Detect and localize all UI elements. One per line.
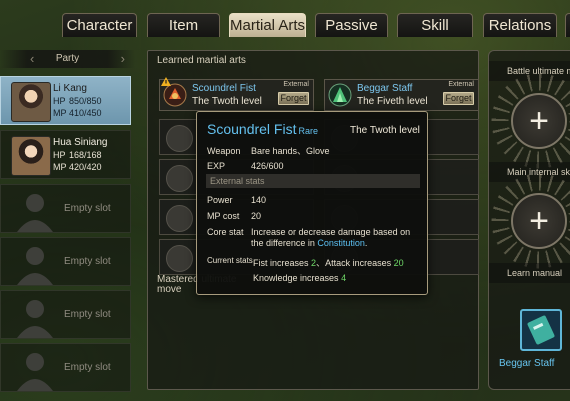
empty-slot-label: Empty slot <box>64 203 111 214</box>
skill-level: The Fiveth level <box>357 96 428 107</box>
tooltip-section-header: External stats <box>206 174 420 188</box>
party-slot-empty[interactable]: Empty slot <box>0 184 131 233</box>
party-slot-empty[interactable]: Empty slot <box>0 290 131 339</box>
character-portrait <box>11 136 51 176</box>
skill-type-tag: External <box>448 81 474 88</box>
tooltip-rarity: Rare <box>298 126 318 136</box>
member-mp: MP 420/420 <box>53 162 102 172</box>
tab-item[interactable]: Item <box>147 13 220 37</box>
empty-slot-circle <box>166 165 193 192</box>
skill-tooltip: Scoundrel Fist Rare The Twoth level Weapo… <box>196 111 428 295</box>
empty-slot-circle <box>166 245 193 272</box>
silhouette-icon <box>17 353 53 391</box>
skill-name: Scoundrel Fist <box>192 83 256 94</box>
silhouette-icon <box>17 194 53 232</box>
party-slot-empty[interactable]: Empty slot <box>0 343 131 392</box>
manual-book-icon[interactable] <box>520 309 562 351</box>
skill-name: Beggar Staff <box>357 83 413 94</box>
add-internal-skill-button[interactable]: + <box>511 193 567 249</box>
tab-character[interactable]: Character <box>62 13 137 37</box>
tooltip-current-stats-label: Current stats <box>207 256 253 265</box>
add-battle-ultimate-button[interactable]: + <box>511 93 567 149</box>
learned-title: Learned martial arts <box>157 55 246 66</box>
tooltip-core-description: Increase or decrease damage based on the… <box>251 227 411 248</box>
forget-button[interactable]: Forget <box>278 92 309 105</box>
tab-passive[interactable]: Passive <box>315 13 388 37</box>
member-name: Hua Siniang <box>53 137 108 148</box>
member-name: Li Kang <box>53 83 87 94</box>
tooltip-exp-row: EXP 426/600 <box>207 161 284 171</box>
skill-level: The Twoth level <box>192 96 262 107</box>
member-mp: MP 410/450 <box>53 108 102 118</box>
top-tab-bar: Character Item Martial Arts Passive Skil… <box>0 0 570 38</box>
tooltip-skill-name: Scoundrel Fist Rare <box>207 121 318 137</box>
learn-manual-label: Learn manual <box>489 263 570 283</box>
silhouette-icon <box>17 300 53 338</box>
tab-skill[interactable]: Skill <box>397 13 473 37</box>
tooltip-core-label: Core stat <box>207 227 244 237</box>
party-slot-empty[interactable]: Empty slot <box>0 237 131 286</box>
tab-martial-arts[interactable]: Martial Arts <box>229 13 306 37</box>
silhouette-icon <box>17 247 53 285</box>
tab-relations[interactable]: Relations <box>483 13 557 37</box>
forget-button[interactable]: Forget <box>443 92 474 105</box>
staff-skill-icon <box>328 83 352 107</box>
tooltip-power-row: Power 140 <box>207 195 267 205</box>
tooltip-weapon-row: Weapon Bare hands、Glove <box>207 146 330 156</box>
character-portrait <box>11 82 51 122</box>
empty-slot-circle <box>166 205 193 232</box>
empty-slot-label: Empty slot <box>64 256 111 267</box>
chevron-left-icon[interactable]: ‹ <box>30 50 34 68</box>
tooltip-level: The Twoth level <box>350 125 420 136</box>
equipped-panel: Battle ultimate m + Main internal sk + L… <box>488 50 570 390</box>
skill-type-tag: External <box>283 81 309 88</box>
party-title: Party <box>55 53 80 64</box>
tooltip-mpcost-row: MP cost 20 <box>207 211 262 221</box>
warning-icon <box>161 77 171 86</box>
manual-name: Beggar Staff <box>499 358 555 369</box>
member-hp: HP 850/850 <box>53 96 102 106</box>
party-header: ‹ Party › <box>0 50 135 68</box>
empty-slot-label: Empty slot <box>64 309 111 320</box>
chevron-right-icon[interactable]: › <box>121 50 125 68</box>
member-hp: HP 168/168 <box>53 150 102 160</box>
skill-card-scoundrel-fist[interactable]: Scoundrel Fist The Twoth level External … <box>159 77 314 111</box>
skill-card-beggar-staff[interactable]: Beggar Staff The Fiveth level External F… <box>324 79 479 111</box>
tooltip-current-stats: Fist increases 2、Attack increases 20 <box>253 258 404 268</box>
party-slot-li-kang[interactable]: Li Kang HP 850/850 MP 410/450 <box>0 76 131 125</box>
party-slot-hua-siniang[interactable]: Hua Siniang HP 168/168 MP 420/420 <box>0 130 131 179</box>
tooltip-knowledge-stat: Knowledge increases 4 <box>253 273 347 283</box>
empty-slot-circle <box>166 125 193 152</box>
empty-slot-label: Empty slot <box>64 362 111 373</box>
tab-more[interactable] <box>565 13 570 37</box>
